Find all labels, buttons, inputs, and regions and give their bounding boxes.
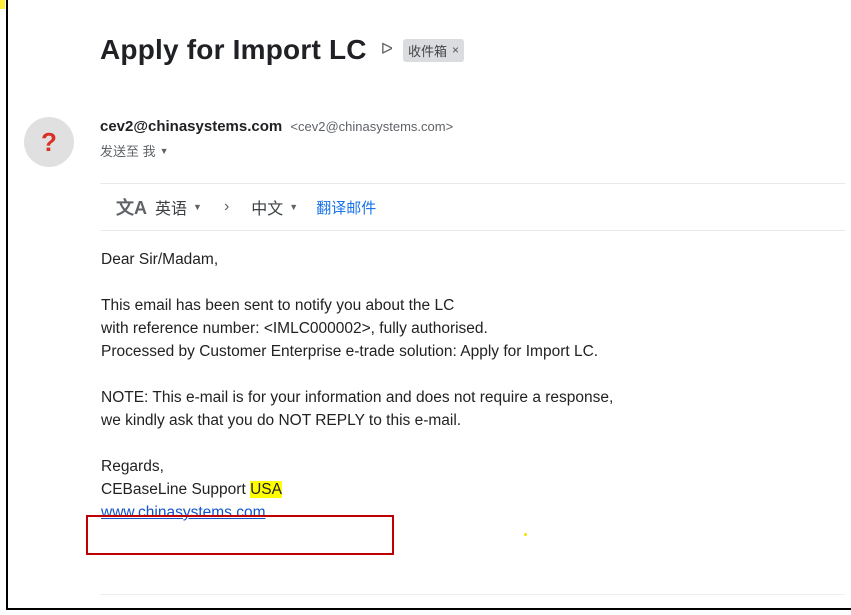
source-language-label: 英语 — [155, 201, 188, 218]
sender-avatar[interactable]: ? — [24, 117, 74, 167]
note-paragraph: NOTE: This e-mail is for your informatio… — [101, 386, 613, 432]
body-line: we kindly ask that you do NOT REPLY to t… — [101, 412, 462, 429]
signature-text: CEBaseLine Support — [101, 481, 251, 498]
stray-dot — [524, 533, 527, 536]
bottom-divider — [100, 594, 845, 595]
translate-bar: 文A 英语 ▼ › 中文 ▼ 翻译邮件 — [100, 183, 845, 231]
source-language-select[interactable]: 英语 ▼ — [155, 195, 202, 219]
chevron-down-icon: ▼ — [193, 202, 202, 212]
sender-block: cev2@chinasystems.com <cev2@chinasystems… — [100, 118, 453, 160]
sender-name[interactable]: cev2@chinasystems.com — [100, 118, 282, 135]
target-language-select[interactable]: 中文 ▼ — [251, 195, 298, 219]
sender-address: <cev2@chinasystems.com> — [290, 119, 454, 134]
regards-line: Regards, — [101, 458, 164, 475]
unknown-sender-icon: ? — [41, 126, 57, 157]
label-arrow-icon[interactable]: ᐅ — [381, 42, 393, 58]
body-line: NOTE: This e-mail is for your informatio… — [101, 389, 614, 406]
translate-icon: 文A — [116, 198, 147, 218]
corner-highlight-mark — [0, 0, 5, 9]
signature-block: Regards, CEBaseLine Support USA www.chin… — [101, 455, 613, 524]
body-line: with reference number: <IMLC000002>, ful… — [101, 320, 488, 337]
email-body: Dear Sir/Madam, This email has been sent… — [101, 248, 613, 524]
chevron-down-icon: ▼ — [159, 145, 169, 156]
sender-line: cev2@chinasystems.com <cev2@chinasystems… — [100, 118, 453, 135]
inbox-label-text: 收件箱 — [407, 43, 447, 59]
body-line: Processed by Customer Enterprise e-trade… — [101, 343, 599, 360]
target-language-label: 中文 — [251, 201, 284, 218]
chevron-down-icon: ▼ — [289, 202, 299, 212]
inbox-label-chip[interactable]: 收件箱 × — [402, 38, 465, 62]
notification-paragraph: This email has been sent to notify you a… — [101, 294, 613, 363]
recipient-text: 发送至 我 — [100, 144, 156, 159]
greeting: Dear Sir/Madam, — [101, 251, 219, 268]
recipient-details-toggle[interactable]: 发送至 我 ▼ — [100, 141, 453, 160]
annotation-box — [86, 515, 394, 555]
translate-message-link[interactable]: 翻译邮件 — [316, 197, 376, 218]
remove-label-icon[interactable]: × — [452, 43, 459, 57]
signature-line: CEBaseLine Support USA — [101, 478, 613, 501]
arrow-right-icon: › — [223, 198, 230, 215]
highlighted-country: USA — [250, 481, 282, 498]
body-line: This email has been sent to notify you a… — [101, 297, 455, 314]
subject-row: Apply for Import LC ᐅ 收件箱 × — [100, 34, 465, 66]
email-subject: Apply for Import LC — [100, 34, 367, 65]
